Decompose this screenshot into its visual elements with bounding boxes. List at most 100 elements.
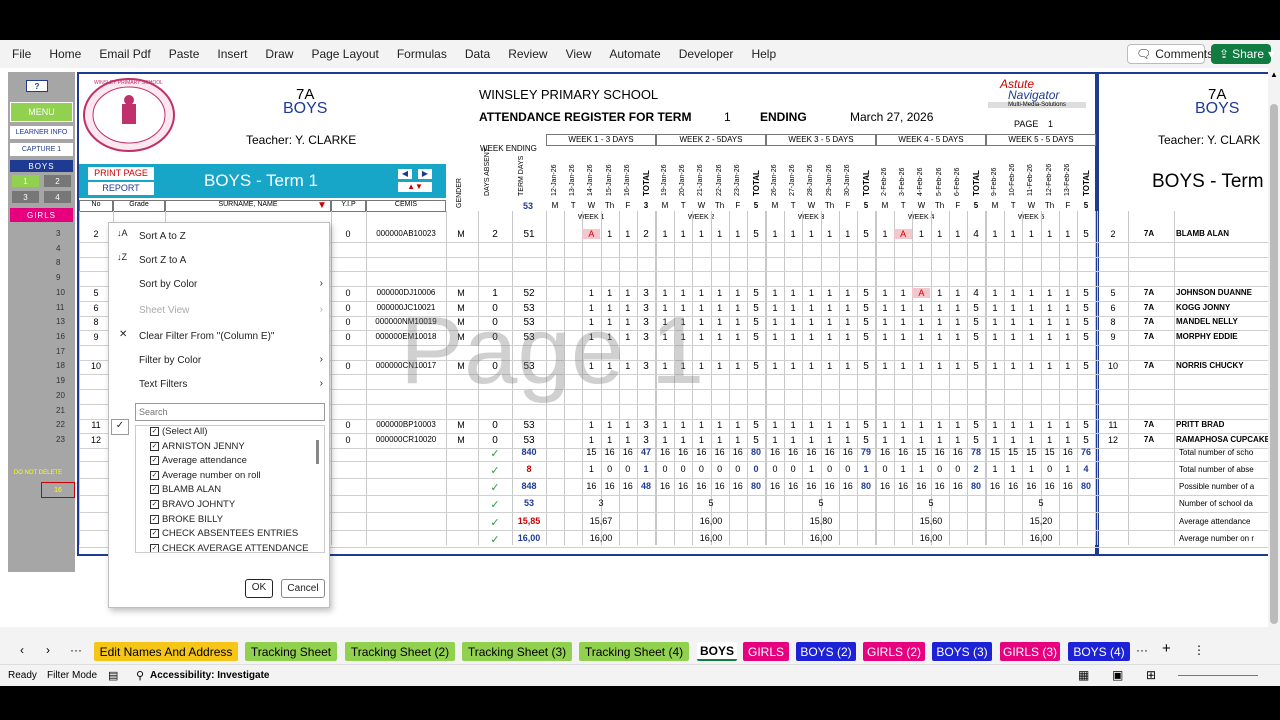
attendance-cell[interactable]: 1 <box>839 435 857 445</box>
attendance-cell[interactable]: 1 <box>1059 317 1077 327</box>
attendance-cell[interactable]: 1 <box>582 420 600 430</box>
attendance-cell[interactable]: 1 <box>729 361 747 371</box>
attendance-cell[interactable]: 1 <box>949 361 967 371</box>
attendance-cell[interactable]: 1 <box>619 229 637 239</box>
menu-review[interactable]: Review <box>505 45 550 63</box>
attendance-cell[interactable]: 1 <box>802 435 820 445</box>
scroll-up-icon[interactable]: ▲ <box>1270 70 1278 79</box>
attendance-cell[interactable]: 1 <box>821 288 839 298</box>
attendance-cell[interactable]: 1 <box>1059 420 1077 430</box>
tabs-more-icon[interactable]: ··· <box>1136 643 1148 657</box>
attendance-cell[interactable]: 1 <box>931 288 949 298</box>
attendance-cell[interactable]: 1 <box>711 317 729 327</box>
attendance-cell[interactable]: 1 <box>876 332 894 342</box>
attendance-cell[interactable]: 1 <box>674 435 692 445</box>
page-layout-icon[interactable]: ▣ <box>1112 668 1123 682</box>
attendance-cell[interactable]: 1 <box>766 361 784 371</box>
attendance-cell[interactable]: 1 <box>1041 361 1059 371</box>
attendance-cell[interactable]: 1 <box>986 361 1004 371</box>
checkbox-icon[interactable]: ✓ <box>150 456 159 466</box>
attendance-cell[interactable]: 1 <box>766 317 784 327</box>
macro-icon[interactable]: ▤ <box>108 669 118 682</box>
filter-list-item[interactable]: ✓ CHECK AVERAGE ATTENDANCE <box>150 543 308 552</box>
attendance-cell[interactable]: 1 <box>876 420 894 430</box>
sheet-tab-girls-2-[interactable]: GIRLS (2) <box>863 642 925 661</box>
attendance-cell[interactable]: 1 <box>839 361 857 371</box>
status-accessibility[interactable]: Accessibility: Investigate <box>150 670 270 681</box>
attendance-cell[interactable]: 1 <box>1022 303 1040 313</box>
attendance-cell[interactable]: 1 <box>656 229 674 239</box>
filter-list-item[interactable]: ✓ BRAVO JOHNTY <box>150 499 235 510</box>
attendance-cell[interactable]: 1 <box>711 361 729 371</box>
attendance-cell[interactable]: 1 <box>1004 288 1022 298</box>
menu-developer[interactable]: Developer <box>676 45 737 63</box>
attendance-cell[interactable]: 1 <box>821 332 839 342</box>
sort-a-to-z[interactable]: Sort A to Z <box>139 231 186 242</box>
zoom-slider[interactable] <box>1178 675 1258 676</box>
attendance-cell[interactable]: 1 <box>949 420 967 430</box>
attendance-cell[interactable]: 1 <box>931 229 949 239</box>
sheet-tab-boys-2-[interactable]: BOYS (2) <box>796 642 856 661</box>
attendance-cell[interactable]: 1 <box>1022 317 1040 327</box>
list-scrollbar[interactable] <box>316 440 319 464</box>
attendance-cell[interactable]: 1 <box>711 288 729 298</box>
filter-dropdown-icon[interactable]: ▼ <box>317 200 329 212</box>
attendance-cell[interactable]: 1 <box>1004 332 1022 342</box>
attendance-cell[interactable]: 1 <box>1022 361 1040 371</box>
attendance-cell[interactable]: 1 <box>839 332 857 342</box>
attendance-cell[interactable]: 1 <box>894 332 912 342</box>
attendance-cell[interactable]: 1 <box>986 288 1004 298</box>
girls-button[interactable]: GIRLS <box>10 208 73 222</box>
attendance-cell[interactable]: 1 <box>931 317 949 327</box>
share-button[interactable]: ⇪ Share ▾ <box>1211 44 1274 64</box>
attendance-cell[interactable]: 1 <box>711 435 729 445</box>
sheet-tab-tracking-sheet-2-[interactable]: Tracking Sheet (2) <box>345 642 455 661</box>
attendance-cell[interactable]: 1 <box>802 229 820 239</box>
attendance-cell[interactable]: 1 <box>1059 435 1077 445</box>
attendance-cell[interactable]: 1 <box>729 420 747 430</box>
attendance-cell[interactable]: 1 <box>1004 303 1022 313</box>
attendance-cell[interactable]: 1 <box>912 420 930 430</box>
attendance-cell[interactable]: 1 <box>894 420 912 430</box>
attendance-cell[interactable]: 1 <box>784 317 802 327</box>
boys-page-1[interactable]: 1 <box>12 175 39 187</box>
attendance-cell[interactable]: 1 <box>949 435 967 445</box>
attendance-cell[interactable]: 1 <box>894 317 912 327</box>
attendance-cell[interactable]: 1 <box>912 229 930 239</box>
menu-formulas[interactable]: Formulas <box>394 45 450 63</box>
attendance-cell[interactable]: 1 <box>1022 288 1040 298</box>
next-page-arrow-icon[interactable]: ▶ <box>418 169 432 179</box>
boys-page-4[interactable]: 4 <box>44 191 71 203</box>
comments-button[interactable]: 🗨 Comments <box>1127 44 1213 64</box>
attendance-cell[interactable]: 1 <box>601 229 619 239</box>
attendance-cell[interactable]: 1 <box>766 229 784 239</box>
checkbox-icon[interactable]: ✓ <box>150 514 159 524</box>
attendance-cell[interactable]: 1 <box>729 435 747 445</box>
attendance-cell[interactable]: 1 <box>802 288 820 298</box>
sheet-tab-boys-3-[interactable]: BOYS (3) <box>932 642 992 661</box>
checkbox-icon[interactable]: ✓ <box>150 470 159 480</box>
filter-list-item[interactable]: ✓ BLAMB ALAN <box>150 484 221 495</box>
attendance-cell[interactable]: 1 <box>1059 332 1077 342</box>
attendance-cell[interactable]: 1 <box>766 435 784 445</box>
attendance-cell[interactable]: 1 <box>894 361 912 371</box>
add-sheet-icon[interactable]: + <box>1162 640 1171 657</box>
attendance-cell[interactable]: 1 <box>912 332 930 342</box>
menu-file[interactable]: File <box>9 45 34 63</box>
attendance-cell[interactable]: 1 <box>766 332 784 342</box>
sort-z-to-a[interactable]: Sort Z to A <box>139 255 186 266</box>
attendance-cell[interactable]: 1 <box>711 303 729 313</box>
attendance-cell[interactable]: 1 <box>784 435 802 445</box>
attendance-cell[interactable]: 1 <box>876 303 894 313</box>
scroll-thumb[interactable] <box>1270 104 1278 624</box>
learner-info-button[interactable]: LEARNER INFO <box>10 126 73 139</box>
attendance-cell[interactable]: 1 <box>674 229 692 239</box>
attendance-cell[interactable]: 1 <box>876 361 894 371</box>
options-icon[interactable]: ⋮ <box>1193 643 1205 657</box>
checkbox-icon[interactable]: ✓ <box>150 529 159 539</box>
attendance-cell[interactable]: 1 <box>729 288 747 298</box>
menu-draw[interactable]: Draw <box>262 45 296 63</box>
attendance-cell[interactable]: 1 <box>931 435 949 445</box>
menu-data[interactable]: Data <box>462 45 493 63</box>
attendance-cell[interactable]: 1 <box>821 303 839 313</box>
